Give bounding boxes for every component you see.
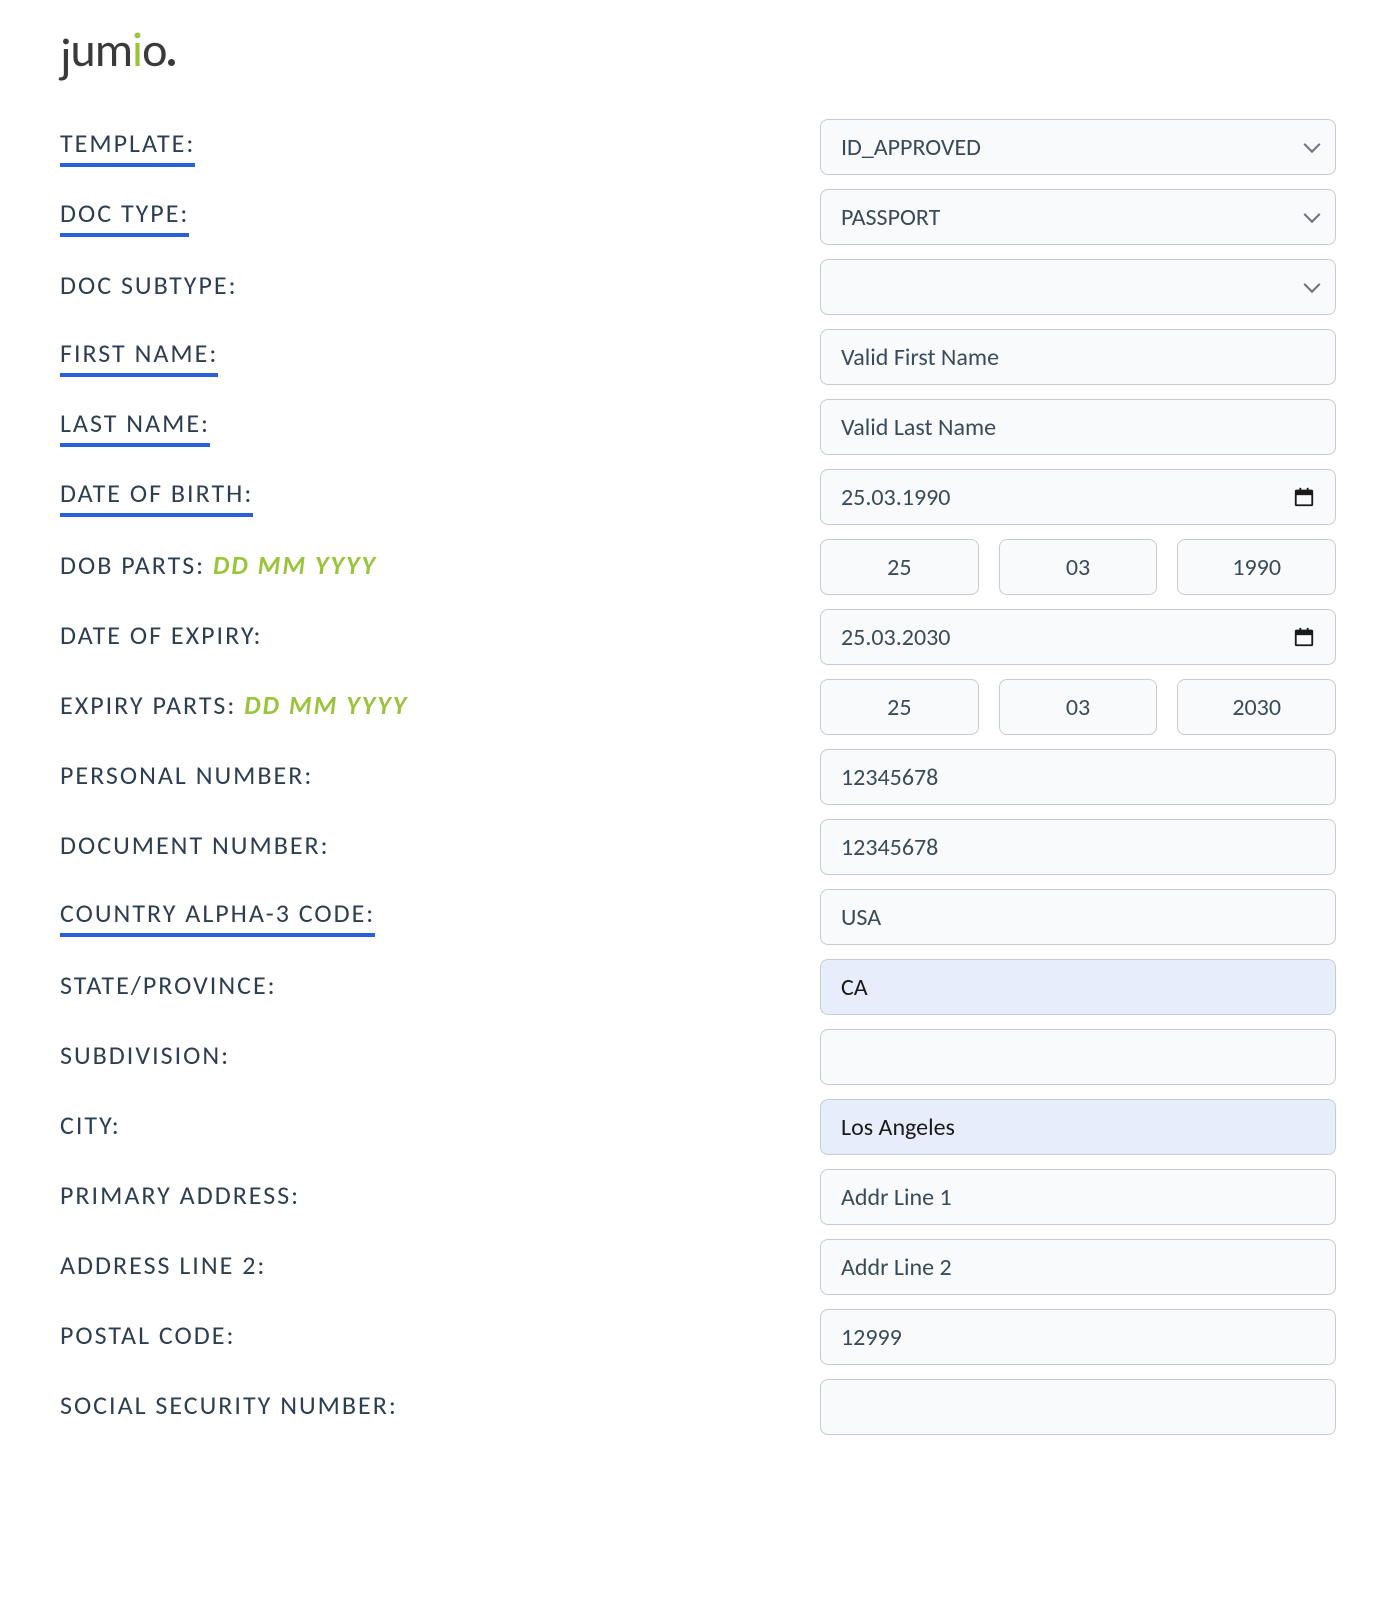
address-line2-input[interactable]	[820, 1239, 1336, 1295]
doc-type-label: Doc type:	[60, 197, 189, 237]
doc-subtype-label: Doc subtype:	[60, 269, 238, 305]
country-code-input[interactable]	[820, 889, 1336, 945]
ssn-input[interactable]	[820, 1379, 1336, 1435]
first-name-input[interactable]	[820, 329, 1336, 385]
document-number-input[interactable]	[820, 819, 1336, 875]
primary-address-input[interactable]	[820, 1169, 1336, 1225]
expiry-label: Date of Expiry:	[60, 619, 263, 655]
expiry-date-field[interactable]: 25.03.2030	[820, 609, 1336, 665]
template-label: Template:	[60, 127, 195, 167]
primary-address-label: Primary Address:	[60, 1179, 300, 1215]
postal-code-label: Postal code:	[60, 1319, 235, 1355]
address-line2-label: Address Line 2:	[60, 1249, 266, 1285]
country-code-label: Country Alpha-3 Code:	[60, 897, 375, 937]
dob-parts-label: DOB Parts: DD MM YYYY	[60, 549, 377, 585]
city-label: City:	[60, 1109, 121, 1145]
dob-date-field[interactable]: 25.03.1990	[820, 469, 1336, 525]
calendar-icon	[1293, 486, 1315, 508]
expiry-parts-hint: DD MM YYYY	[244, 689, 408, 721]
brand-logo: jumio	[60, 20, 1336, 79]
city-input[interactable]	[820, 1099, 1336, 1155]
expiry-parts-label: Expiry Parts: DD MM YYYY	[60, 689, 408, 725]
postal-code-input[interactable]	[820, 1309, 1336, 1365]
first-name-label: First name:	[60, 337, 218, 377]
ssn-label: Social Security Number:	[60, 1389, 398, 1425]
dob-label: Date of Birth:	[60, 477, 253, 517]
document-number-label: Document Number:	[60, 829, 330, 865]
last-name-input[interactable]	[820, 399, 1336, 455]
template-select[interactable]: ID_APPROVED	[820, 119, 1336, 175]
state-label: State/Province:	[60, 969, 277, 1005]
exp-yyyy-input[interactable]	[1177, 679, 1336, 735]
dob-parts-hint: DD MM YYYY	[213, 549, 377, 581]
doc-type-select[interactable]: PASSPORT	[820, 189, 1336, 245]
state-input[interactable]	[820, 959, 1336, 1015]
form-grid: Template: ID_APPROVED Doc type: PASSPORT…	[60, 119, 1336, 1435]
personal-number-label: Personal Number:	[60, 759, 313, 795]
subdivision-input[interactable]	[820, 1029, 1336, 1085]
dob-dd-input[interactable]	[820, 539, 979, 595]
dob-value: 25.03.1990	[841, 483, 950, 512]
dob-mm-input[interactable]	[999, 539, 1158, 595]
calendar-icon	[1293, 626, 1315, 648]
expiry-value: 25.03.2030	[841, 623, 950, 652]
exp-mm-input[interactable]	[999, 679, 1158, 735]
doc-subtype-select[interactable]	[820, 259, 1336, 315]
exp-dd-input[interactable]	[820, 679, 979, 735]
last-name-label: Last name:	[60, 407, 210, 447]
subdivision-label: Subdivision:	[60, 1039, 230, 1075]
personal-number-input[interactable]	[820, 749, 1336, 805]
logo-text: jumio	[60, 20, 175, 79]
dob-yyyy-input[interactable]	[1177, 539, 1336, 595]
